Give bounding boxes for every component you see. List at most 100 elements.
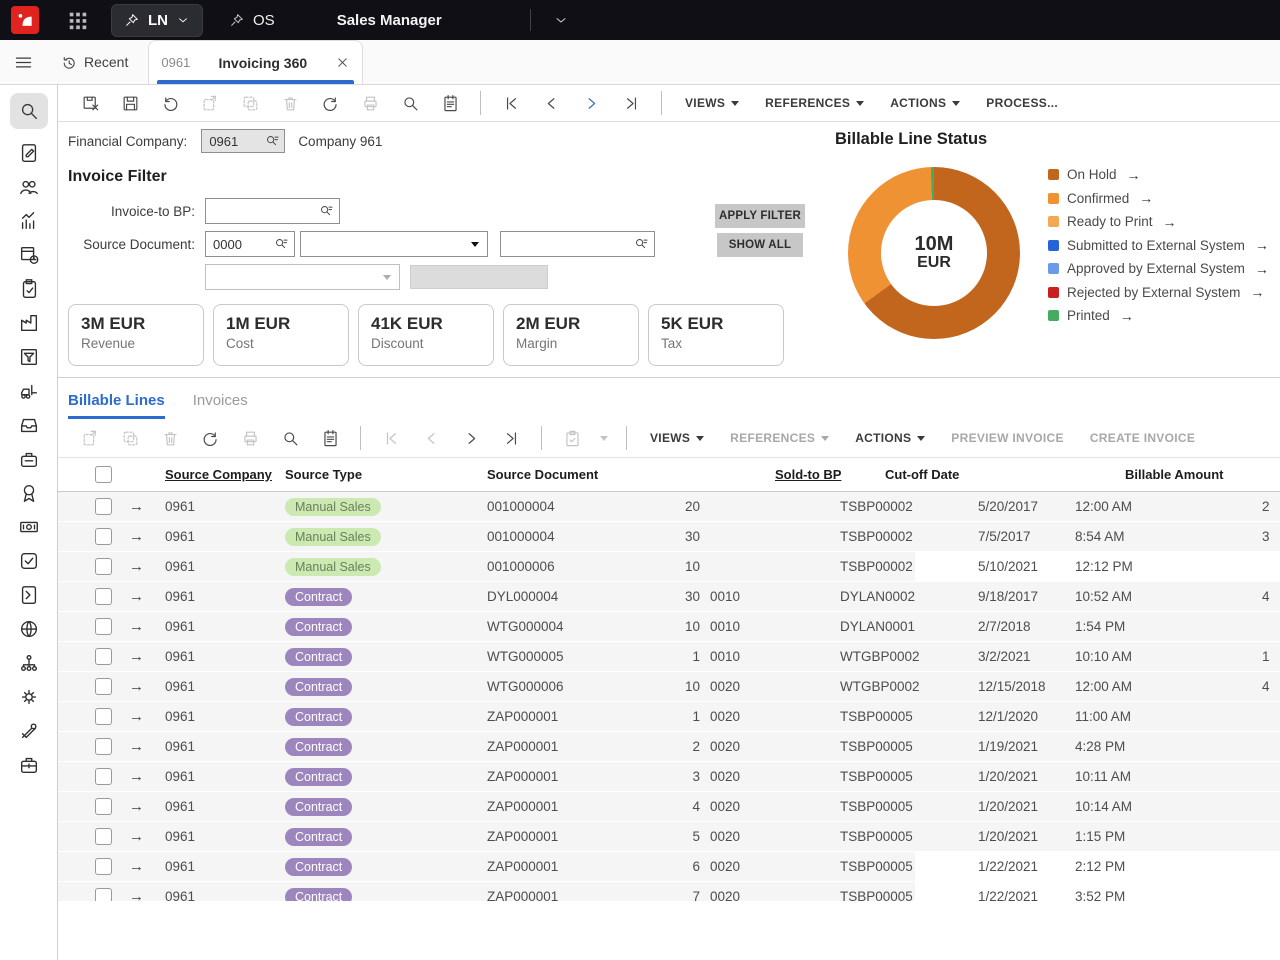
- row-checkbox[interactable]: [95, 498, 112, 515]
- sidebar-funnel-box-icon[interactable]: [18, 346, 40, 368]
- menu-views[interactable]: VIEWS: [685, 96, 739, 110]
- refresh-button[interactable]: [310, 88, 350, 118]
- row-drill-arrow[interactable]: →: [116, 582, 160, 611]
- row-checkbox[interactable]: [95, 828, 112, 845]
- row-checkbox[interactable]: [95, 858, 112, 875]
- sidebar-settings-gear-icon[interactable]: [18, 686, 40, 708]
- sidebar-forklift-icon[interactable]: [18, 380, 40, 402]
- chevron-down-icon[interactable]: [553, 12, 569, 28]
- column-sold-to-bp[interactable]: Sold-to BP: [775, 467, 841, 482]
- notes-button[interactable]: [430, 88, 470, 118]
- row-drill-arrow[interactable]: →: [116, 672, 160, 701]
- nav-next-button[interactable]: [451, 423, 491, 453]
- tab-billable-lines[interactable]: Billable Lines: [68, 392, 165, 419]
- row-drill-arrow[interactable]: →: [116, 852, 160, 881]
- find-button[interactable]: [270, 423, 310, 453]
- source-document-number-input[interactable]: [500, 231, 655, 257]
- column-source-type[interactable]: Source Type: [285, 467, 362, 482]
- sidebar-clipboard-tasks-icon[interactable]: [18, 278, 40, 300]
- recent-button[interactable]: Recent: [46, 40, 142, 84]
- close-icon[interactable]: [335, 55, 350, 70]
- kpi-card-margin[interactable]: 2M EURMargin: [503, 304, 639, 366]
- row-checkbox[interactable]: [95, 738, 112, 755]
- revert-button[interactable]: [150, 88, 190, 118]
- kpi-card-discount[interactable]: 41K EURDiscount: [358, 304, 494, 366]
- nav-prev-button[interactable]: [531, 88, 571, 118]
- row-checkbox[interactable]: [95, 708, 112, 725]
- legend-item-rejected-by-external-system[interactable]: Rejected by External System→: [1048, 281, 1269, 305]
- row-checkbox[interactable]: [95, 768, 112, 785]
- sidebar-cash-icon[interactable]: [18, 516, 40, 538]
- row-drill-arrow[interactable]: →: [116, 732, 160, 761]
- refresh-button[interactable]: [190, 423, 230, 453]
- row-checkbox[interactable]: [95, 648, 112, 665]
- row-drill-arrow[interactable]: →: [116, 612, 160, 641]
- sidebar-toolcase-icon[interactable]: [18, 754, 40, 776]
- column-billable-amount[interactable]: Billable Amount: [1125, 467, 1223, 482]
- donut-chart[interactable]: 10M EUR: [848, 167, 1020, 339]
- row-drill-arrow[interactable]: →: [116, 702, 160, 731]
- sidebar-task-check-icon[interactable]: [18, 550, 40, 572]
- lookup-icon[interactable]: [265, 134, 280, 149]
- menu-views[interactable]: VIEWS: [650, 431, 704, 445]
- app-grid-icon[interactable]: [67, 9, 89, 31]
- menu-process-[interactable]: PROCESS...: [986, 96, 1058, 110]
- save-button[interactable]: [110, 88, 150, 118]
- nav-first-button[interactable]: [491, 88, 531, 118]
- kpi-card-tax[interactable]: 5K EURTax: [648, 304, 784, 366]
- row-checkbox[interactable]: [95, 798, 112, 815]
- row-drill-arrow[interactable]: →: [116, 492, 160, 521]
- sidebar-business-partners-icon[interactable]: [18, 176, 40, 198]
- nav-last-button[interactable]: [611, 88, 651, 118]
- sidebar-sales-document-icon[interactable]: [18, 142, 40, 164]
- legend-item-printed[interactable]: Printed→: [1048, 304, 1269, 328]
- column-cut-off-date[interactable]: Cut-off Date: [885, 467, 959, 482]
- sidebar-certificate-icon[interactable]: [18, 482, 40, 504]
- source-document-company-input[interactable]: 0000: [205, 231, 295, 257]
- workspace-os-switcher[interactable]: OS: [229, 12, 275, 29]
- menu-actions[interactable]: ACTIONS: [890, 96, 960, 110]
- column-source-document[interactable]: Source Document: [487, 467, 598, 482]
- find-button[interactable]: [390, 88, 430, 118]
- select-all-checkbox[interactable]: [95, 466, 112, 483]
- show-all-button[interactable]: SHOW ALL: [717, 233, 803, 257]
- tab-invoices[interactable]: Invoices: [193, 392, 248, 419]
- financial-company-input[interactable]: 0961: [201, 129, 285, 153]
- lookup-icon[interactable]: [274, 237, 289, 252]
- sidebar-hierarchy-icon[interactable]: [18, 652, 40, 674]
- infor-logo[interactable]: [11, 6, 39, 34]
- tab-invoicing-360[interactable]: 0961 Invoicing 360: [148, 40, 363, 84]
- row-checkbox[interactable]: [95, 888, 112, 901]
- apply-filter-button[interactable]: APPLY FILTER: [715, 204, 805, 228]
- menu-references[interactable]: REFERENCES: [765, 96, 864, 110]
- sidebar-globe-icon[interactable]: [18, 618, 40, 640]
- legend-item-confirmed[interactable]: Confirmed→: [1048, 187, 1269, 211]
- column-source-company[interactable]: Source Company: [165, 467, 272, 482]
- row-drill-arrow[interactable]: →: [116, 762, 160, 791]
- lookup-icon[interactable]: [634, 237, 649, 252]
- kpi-card-revenue[interactable]: 3M EURRevenue: [68, 304, 204, 366]
- row-drill-arrow[interactable]: →: [116, 822, 160, 851]
- kpi-card-cost[interactable]: 1M EURCost: [213, 304, 349, 366]
- row-drill-arrow[interactable]: →: [116, 522, 160, 551]
- sidebar-document-arrow-icon[interactable]: [18, 584, 40, 606]
- menu-actions[interactable]: ACTIONS: [855, 431, 925, 445]
- row-checkbox[interactable]: [95, 588, 112, 605]
- row-checkbox[interactable]: [95, 528, 112, 545]
- row-drill-arrow[interactable]: →: [116, 642, 160, 671]
- row-drill-arrow[interactable]: →: [116, 552, 160, 581]
- hamburger-menu-icon[interactable]: [0, 40, 46, 84]
- row-drill-arrow[interactable]: →: [116, 882, 160, 901]
- sidebar-search-icon[interactable]: [10, 93, 48, 129]
- legend-item-ready-to-print[interactable]: Ready to Print→: [1048, 210, 1269, 234]
- save-exit-button[interactable]: [70, 88, 110, 118]
- sidebar-shipment-clock-icon[interactable]: [18, 244, 40, 266]
- legend-item-approved-by-external-system[interactable]: Approved by External System→: [1048, 257, 1269, 281]
- invoice-to-bp-input[interactable]: [205, 198, 340, 224]
- lookup-icon[interactable]: [319, 204, 334, 219]
- row-checkbox[interactable]: [95, 618, 112, 635]
- sidebar-tools-icon[interactable]: [18, 720, 40, 742]
- sidebar-toolbox-icon[interactable]: [18, 448, 40, 470]
- row-checkbox[interactable]: [95, 678, 112, 695]
- sidebar-factory-icon[interactable]: [18, 312, 40, 334]
